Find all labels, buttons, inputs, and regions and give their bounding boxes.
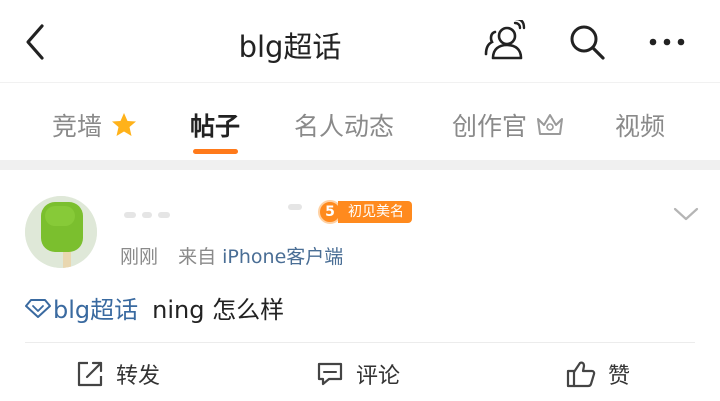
comment-icon — [317, 362, 343, 386]
diamond-icon — [25, 298, 51, 318]
repost-icon — [77, 361, 103, 387]
active-tab-indicator — [193, 149, 238, 154]
badge-label: 初见美名 — [338, 201, 412, 223]
tab-celebrity-updates[interactable]: 名人动态 — [294, 107, 394, 143]
avatar[interactable] — [25, 196, 97, 268]
crown-icon — [536, 114, 563, 135]
topic-link[interactable]: blg超话 — [25, 290, 138, 325]
top-nav: blg超话 — [0, 0, 720, 82]
star-icon — [111, 113, 136, 136]
source-prefix: 来自 — [178, 246, 217, 268]
like-button[interactable]: 赞 — [566, 358, 630, 390]
post-meta: 刚刚 来自 iPhone客户端 — [120, 242, 343, 269]
post-source[interactable]: iPhone客户端 — [222, 246, 343, 268]
people-icon[interactable] — [482, 17, 526, 64]
tab-creator[interactable]: 创作官 — [452, 107, 565, 143]
section-divider — [0, 160, 720, 170]
comment-button[interactable]: 评论 — [316, 358, 400, 390]
username-redacted[interactable] — [120, 200, 310, 218]
chevron-down-icon[interactable] — [672, 204, 700, 224]
tab-posts[interactable]: 帖子 — [190, 107, 240, 143]
tab-videos[interactable]: 视频 — [615, 107, 665, 143]
post-content: blg超话 ning 怎么样 — [25, 290, 284, 325]
search-icon[interactable] — [565, 20, 609, 64]
tab-bar: 竞墙 帖子 名人动态 创作官 视频 — [0, 82, 720, 160]
post-time: 刚刚 — [120, 246, 159, 268]
user-level-badge: 5 初见美名 — [318, 200, 412, 224]
action-bar: 转发 评论 赞 — [0, 358, 720, 398]
tab-wall[interactable]: 竞墙 — [52, 107, 138, 143]
divider — [25, 342, 695, 343]
thumbs-up-icon — [566, 361, 596, 388]
page-title: blg超话 — [238, 30, 342, 64]
back-arrow-icon[interactable] — [18, 22, 58, 62]
more-icon[interactable] — [645, 20, 689, 64]
repost-button[interactable]: 转发 — [76, 358, 160, 390]
post-text: ning 怎么样 — [152, 296, 285, 324]
post-card[interactable]: 5 初见美名 刚刚 来自 iPhone客户端 blg超话 ning 怎么样 转发 — [0, 170, 720, 401]
